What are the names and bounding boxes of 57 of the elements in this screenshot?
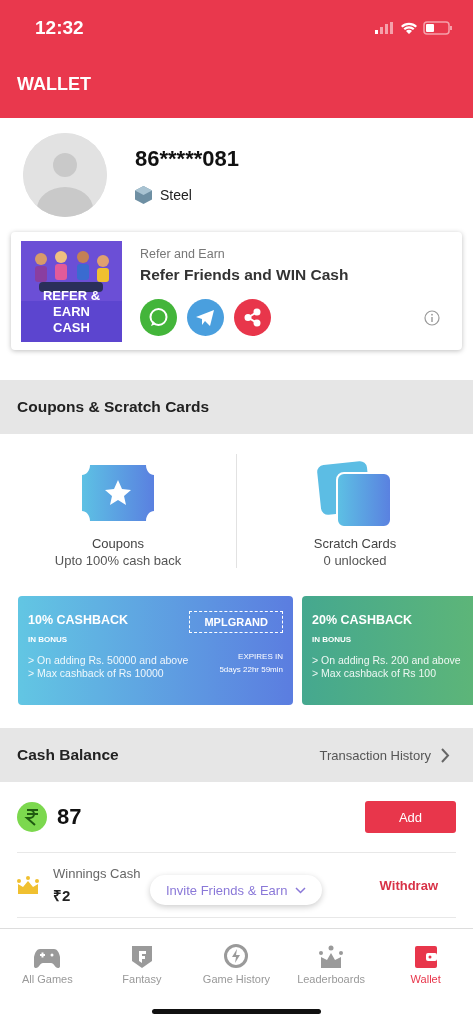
wallet-icon — [413, 945, 438, 969]
wifi-icon — [401, 22, 417, 34]
crown-icon — [17, 876, 39, 894]
offer-condition: > On adding Rs. 50000 and above — [28, 654, 189, 666]
section-title: Cash Balance — [17, 746, 119, 764]
chat-bubble-icon[interactable] — [140, 298, 177, 336]
tier-label: Steel — [160, 187, 192, 203]
info-icon[interactable] — [424, 310, 440, 326]
balance-amount: 87 — [57, 804, 82, 830]
card-title[interactable]: Coupons — [91, 536, 144, 551]
nav-tab[interactable]: Fantasy — [94, 937, 190, 985]
offer-title: 10% CASHBACK — [28, 613, 129, 627]
card-subtitle: 0 unlocked — [323, 553, 387, 568]
offer-title: 20% CASHBACK — [312, 613, 413, 627]
coupon-code: MPLGRAND — [189, 611, 283, 633]
nav-tab[interactable]: All Games — [0, 937, 95, 985]
nav-tab[interactable]: Wallet — [378, 937, 473, 985]
withdraw-button[interactable]: Withdraw — [373, 876, 444, 894]
winnings-amount: ₹2 — [53, 885, 72, 905]
add-button[interactable]: Add — [365, 801, 456, 833]
offer-card[interactable]: 20% CASHBACK IN BONUS > On adding Rs. 200 and above > Max cashback of Rs 100 — [302, 596, 473, 705]
paper-plane-icon[interactable] — [187, 298, 224, 336]
offer-card[interactable]: 10% CASHBACK IN BONUS > On adding Rs. 50000 and above > Max cashback of Rs 10000 MPLGRAND EXPIRES IN 5days 22hr 59min — [18, 596, 293, 705]
gamepad-icon — [34, 947, 61, 969]
shield-icon — [130, 945, 153, 969]
offer-condition: > On adding Rs. 200 and above — [312, 654, 461, 666]
invite-button[interactable]: Invite Friends & Earn — [150, 875, 323, 905]
crown-icon — [318, 945, 345, 969]
expiry-label: EXPIRES IN — [237, 651, 283, 663]
cube-icon — [135, 186, 152, 204]
offer-condition: > Max cashback of Rs 100 — [312, 667, 437, 679]
section-title: Coupons & Scratch Cards — [17, 398, 210, 416]
card-title[interactable]: Scratch Cards — [313, 536, 397, 551]
battery-icon — [423, 21, 453, 35]
share-icon[interactable] — [234, 298, 271, 336]
offer-condition: > Max cashback of Rs 10000 — [28, 667, 164, 679]
cards-icon — [317, 459, 393, 527]
history-icon — [223, 943, 250, 969]
card-subtitle: Upto 100% cash back — [54, 553, 182, 568]
chevron-down-icon — [295, 886, 307, 894]
ticket-icon — [82, 465, 154, 521]
page-title: WALLET — [16, 73, 92, 95]
transaction-history-link[interactable]: Transaction History — [313, 746, 456, 764]
chevron-right-icon — [441, 747, 450, 763]
nav-tab[interactable]: Game History — [189, 937, 284, 985]
refer-subtitle: Refer and Earn — [140, 246, 226, 261]
refer-title: Refer Friends and WIN Cash — [140, 265, 350, 284]
rupee-coin-icon — [17, 802, 47, 832]
status-time: 12:32 — [35, 17, 84, 39]
winnings-label: Winnings Cash — [53, 865, 141, 881]
banner-text: REFER & EARN CASH — [41, 287, 102, 336]
phone-number: 86*****081 — [135, 146, 239, 172]
signal-icon — [375, 22, 395, 34]
nav-tab[interactable]: Leaderboards — [283, 937, 379, 985]
expiry-time: 5days 22hr 59min — [219, 664, 283, 676]
offer-tag: IN BONUS — [28, 635, 68, 644]
offer-tag: IN BONUS — [312, 635, 352, 644]
